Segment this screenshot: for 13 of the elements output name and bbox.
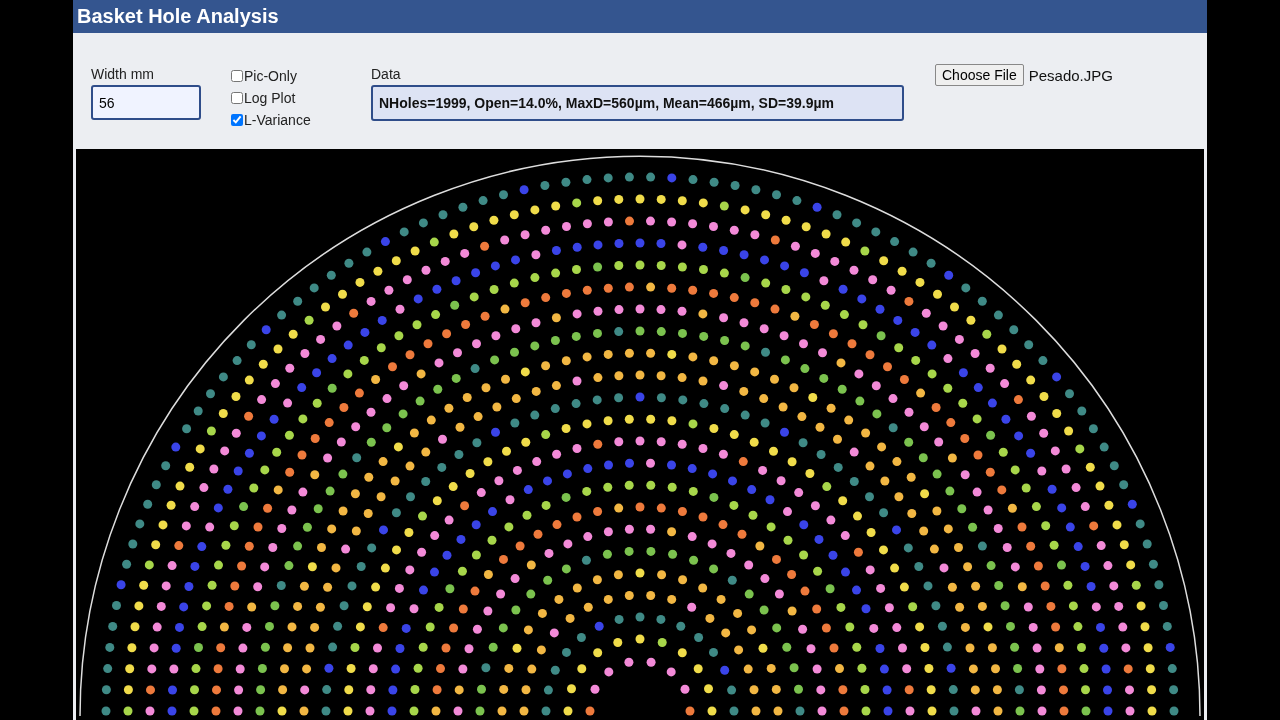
width-input[interactable]: 56	[91, 85, 201, 121]
field-label: Width mm	[91, 66, 155, 83]
data-output-field[interactable]: NHoles=1999, Open=14.0%, MaxD=560µm, Mean=466µm, SD=39.9µm	[371, 85, 904, 122]
field-label: Data	[371, 66, 402, 83]
file-name: Pesado.JPG	[1028, 66, 1113, 84]
checkbox-label: Pic-Only	[244, 68, 297, 85]
choose-file-button[interactable]: Choose File	[935, 64, 1024, 87]
app-title: Basket Hole Analysis	[77, 5, 279, 29]
checkbox-label: Log Plot	[244, 90, 296, 107]
checkbox[interactable]	[231, 70, 243, 83]
checkbox-label: L-Variance	[244, 112, 311, 129]
checkbox[interactable]	[231, 92, 243, 105]
checkbox[interactable]	[231, 114, 243, 127]
